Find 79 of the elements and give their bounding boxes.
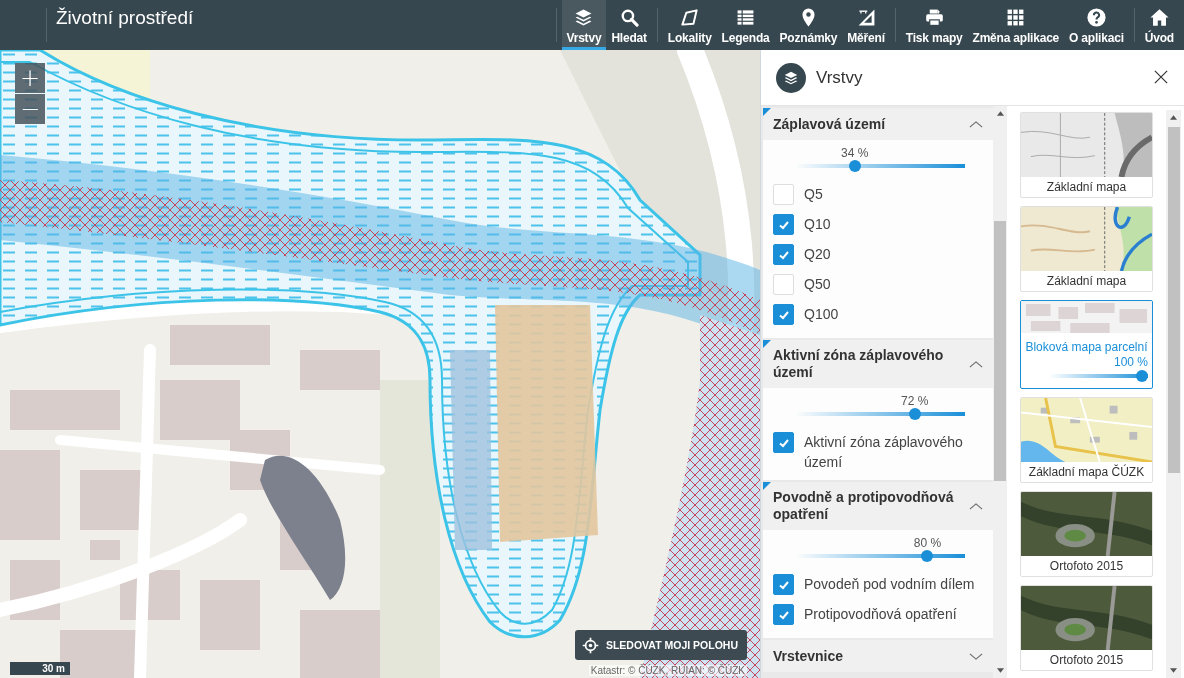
basemap-card[interactable]: Základní mapa <box>1020 112 1153 198</box>
scrollbar[interactable] <box>993 106 1007 678</box>
printer-icon <box>924 8 944 27</box>
section-title: Aktivní zóna záplavového území <box>773 347 945 381</box>
home-icon <box>1149 8 1169 27</box>
toolbar-button[interactable]: O aplikaci <box>1064 0 1129 50</box>
crosshair-icon <box>581 636 599 654</box>
chevron-up-icon[interactable] <box>969 359 983 369</box>
section-title: Povodně a protipovodňová opatření <box>773 489 955 523</box>
close-button[interactable] <box>1154 69 1170 86</box>
basemap-card[interactable]: Bloková mapa parcelní 100 % <box>1020 300 1153 389</box>
ruler-triangle-icon <box>856 8 876 27</box>
checkbox[interactable] <box>773 214 794 235</box>
zoom-in-button[interactable]: + <box>15 63 45 93</box>
toolbar-button[interactable]: Vrstvy <box>561 0 607 50</box>
layer-label[interactable]: Q20 <box>804 240 839 264</box>
checkbox[interactable] <box>773 574 794 595</box>
layer-label[interactable]: Q100 <box>804 300 847 324</box>
checkbox[interactable] <box>773 244 794 265</box>
help-icon <box>1086 8 1106 27</box>
app-title: Životní prostředí <box>56 7 194 28</box>
toolbar-button[interactable]: Hledat <box>606 0 652 50</box>
basemap-card[interactable]: Ortofoto 2015 <box>1020 585 1153 671</box>
layers-icon <box>776 62 806 93</box>
grid-icon <box>1006 8 1026 27</box>
toolbar-button[interactable]: Změna aplikace <box>967 0 1065 50</box>
layer-label[interactable]: Aktivní zóna záplavového území <box>804 428 993 472</box>
opacity-value: 72 % <box>901 394 929 408</box>
slider-thumb[interactable] <box>848 160 861 172</box>
layer-label[interactable]: Q50 <box>804 270 839 294</box>
section-header[interactable]: Povodně a protipovodňová opatření <box>763 482 993 530</box>
chevron-down-icon[interactable] <box>969 651 983 661</box>
toolbar-button[interactable]: Legenda <box>716 0 775 50</box>
checkbox[interactable] <box>773 432 794 453</box>
chevron-up-icon[interactable] <box>969 501 983 511</box>
list-icon <box>736 8 756 27</box>
map-attribution: Katastr: © ČÚZK, RÚIAN: © ČÚZK <box>588 665 747 676</box>
slider-thumb[interactable] <box>1136 370 1148 382</box>
layer-label[interactable]: Q10 <box>804 210 839 234</box>
checkbox[interactable] <box>773 604 794 625</box>
opacity-value: 100 % <box>1112 355 1149 370</box>
layers-icon <box>574 8 594 27</box>
chevron-up-icon[interactable] <box>969 119 983 129</box>
checkbox[interactable] <box>773 304 794 325</box>
basemap-card[interactable]: Ortofoto 2015 <box>1020 491 1153 577</box>
layer-label[interactable]: Povodeň pod vodním dílem <box>804 570 983 594</box>
close-icon <box>1154 69 1168 84</box>
polygon-icon <box>680 8 700 27</box>
section-header[interactable]: Vrstevnice <box>763 640 993 672</box>
basemap-card[interactable]: Základní mapa <box>1020 206 1153 292</box>
toolbar-button[interactable]: Měření <box>842 0 890 50</box>
toolbar-button[interactable]: Lokality <box>662 0 717 50</box>
toolbar-button[interactable]: Poznámky <box>774 0 843 50</box>
section-header[interactable]: Záplavová území <box>763 108 993 140</box>
scroll-thumb[interactable] <box>994 221 1006 481</box>
search-icon <box>619 8 639 27</box>
slider-thumb[interactable] <box>908 408 921 420</box>
section-title: Záplavová území <box>773 115 886 133</box>
scroll-down-icon[interactable] <box>996 668 1004 673</box>
scroll-down-icon[interactable] <box>1170 668 1177 673</box>
toolbar-button[interactable]: Tisk mapy <box>900 0 968 50</box>
section-title: Vrstevnice <box>773 647 844 665</box>
opacity-value: 80 % <box>913 536 942 550</box>
locate-button[interactable]: SLEDOVAT MOJI POLOHU <box>574 630 747 660</box>
scroll-up-icon[interactable] <box>1170 115 1177 120</box>
scale-bar: 30 m <box>10 662 70 675</box>
scrollbar[interactable] <box>1166 110 1181 678</box>
map-drawing[interactable] <box>0 50 760 678</box>
panel-title: Vrstvy <box>816 67 863 88</box>
scroll-up-icon[interactable] <box>996 111 1004 116</box>
section-header[interactable]: Aktivní zóna záplavového území <box>763 340 993 388</box>
toolbar-button[interactable]: Úvod <box>1139 0 1179 50</box>
zoom-out-button[interactable]: − <box>15 94 45 124</box>
scroll-thumb[interactable] <box>1167 127 1180 473</box>
basemap-card[interactable]: Základní mapa ČÚZK <box>1020 397 1153 483</box>
layer-label[interactable]: Q5 <box>804 180 831 204</box>
opacity-value: 34 % <box>841 146 869 160</box>
layer-label[interactable]: Protipovodňová opatření <box>804 600 965 624</box>
slider-thumb[interactable] <box>921 550 934 562</box>
